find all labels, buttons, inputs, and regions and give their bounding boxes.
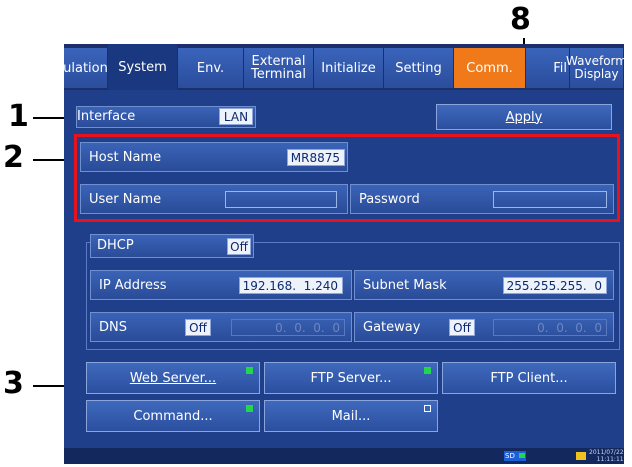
callout-3: 3 [3, 366, 24, 401]
command-button[interactable]: Command... [86, 400, 260, 432]
dns-row: DNS Off 0. 0. 0. 0 [90, 312, 352, 342]
mail-button[interactable]: Mail... [264, 400, 438, 432]
dhcp-toggle[interactable]: Off [227, 238, 251, 255]
ftp-server-indicator [424, 367, 431, 374]
status-time: 11:11:11 [596, 456, 624, 463]
user-name-field[interactable] [225, 191, 337, 208]
user-name-row: User Name [80, 184, 348, 214]
subnet-mask-value[interactable]: 255.255.255. 0 [503, 277, 607, 294]
tab-label: Comm. [466, 60, 513, 76]
command-indicator [246, 405, 253, 412]
power-icon [576, 452, 586, 460]
tab-comm[interactable]: Comm. [454, 48, 526, 88]
tab-label: Env. [196, 60, 225, 76]
host-name-label: Host Name [89, 150, 162, 165]
tab-label: External Terminal [251, 54, 306, 82]
status-date: 2011/07/22 [589, 449, 624, 456]
gateway-address-field[interactable]: 0. 0. 0. 0 [493, 319, 607, 336]
host-name-value[interactable]: MR8875 [287, 149, 345, 166]
ftp-server-button[interactable]: FTP Server... [264, 362, 438, 394]
tab-label: System [118, 59, 167, 75]
callout-8: 8 [510, 2, 531, 37]
apply-label: Apply [505, 109, 543, 125]
mail-label: Mail... [331, 408, 371, 424]
callout-1: 1 [8, 99, 29, 134]
mail-indicator [424, 405, 431, 412]
settings-screen: ulation System Env. External Terminal In… [64, 44, 624, 464]
password-row: Password [350, 184, 614, 214]
dns-label: DNS [99, 320, 127, 335]
tab-label: Fil [553, 60, 567, 76]
dns-toggle[interactable]: Off [185, 319, 211, 336]
web-server-indicator [246, 367, 253, 374]
subnet-mask-label: Subnet Mask [363, 278, 447, 293]
tab-waveform-display[interactable]: Waveform Display [566, 48, 624, 88]
interface-label: Interface [77, 109, 136, 124]
tab-env[interactable]: Env. [178, 48, 244, 88]
tab-label: Initialize [321, 60, 376, 76]
ftp-server-label: FTP Server... [310, 370, 392, 386]
dhcp-row: DHCP Off [90, 234, 254, 258]
dns-address-field[interactable]: 0. 0. 0. 0 [231, 319, 345, 336]
web-server-label: Web Server... [129, 370, 217, 386]
interface-value[interactable]: LAN [219, 108, 253, 125]
ftp-client-label: FTP Client... [490, 370, 568, 386]
dhcp-label: DHCP [97, 238, 134, 253]
sd-card-icon: SD [504, 451, 526, 461]
tab-initialize[interactable]: Initialize [314, 48, 384, 88]
tab-file[interactable]: Fil [526, 48, 570, 88]
tab-label: ulation [64, 60, 108, 76]
gateway-label: Gateway [363, 320, 421, 335]
password-label: Password [359, 192, 420, 207]
apply-button[interactable]: Apply [436, 104, 612, 130]
web-server-button[interactable]: Web Server... [86, 362, 260, 394]
tab-calculation[interactable]: ulation [64, 48, 108, 88]
tab-label: Setting [395, 60, 442, 76]
password-field[interactable] [493, 191, 607, 208]
user-name-label: User Name [89, 192, 162, 207]
ip-address-row: IP Address 192.168. 1.240 [90, 270, 352, 300]
status-bar: SD 2011/07/22 11:11:11 [64, 448, 624, 464]
host-name-row: Host Name MR8875 [80, 142, 348, 172]
callout-2: 2 [3, 140, 24, 175]
clock-readout: 2011/07/22 11:11:11 [589, 449, 624, 463]
command-label: Command... [133, 408, 213, 424]
ftp-client-button[interactable]: FTP Client... [442, 362, 616, 394]
tab-setting[interactable]: Setting [384, 48, 454, 88]
gateway-row: Gateway Off 0. 0. 0. 0 [354, 312, 614, 342]
tab-bar: ulation System Env. External Terminal In… [64, 44, 624, 90]
ip-address-value[interactable]: 192.168. 1.240 [239, 277, 343, 294]
tab-label: Waveform Display [566, 54, 624, 81]
ip-address-label: IP Address [99, 278, 167, 293]
interface-row: Interface LAN [76, 106, 256, 128]
subnet-mask-row: Subnet Mask 255.255.255. 0 [354, 270, 614, 300]
sd-label: SD [505, 452, 515, 460]
tab-system[interactable]: System [108, 44, 178, 90]
tab-external-terminal[interactable]: External Terminal [244, 48, 314, 88]
gateway-toggle[interactable]: Off [449, 319, 475, 336]
